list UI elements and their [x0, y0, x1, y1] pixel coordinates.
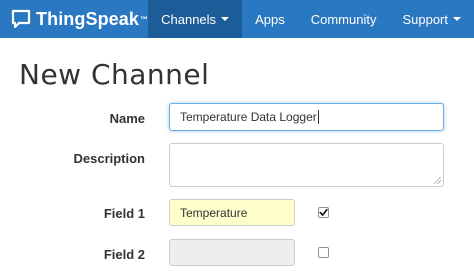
field1-checkbox[interactable]	[318, 207, 329, 218]
description-label: Description	[73, 151, 145, 166]
field1-input[interactable]: Temperature	[169, 199, 295, 226]
brand-trademark: ™	[140, 14, 149, 24]
field2-input[interactable]	[169, 239, 295, 266]
description-textarea[interactable]	[169, 143, 444, 187]
field2-label: Field 2	[103, 247, 145, 262]
nav-channels-label: Channels	[161, 11, 217, 27]
field1-label: Field 1	[103, 206, 145, 221]
nav-support[interactable]: Support	[389, 0, 474, 38]
brand-name: ThingSpeak	[36, 8, 140, 29]
name-input[interactable]: Temperature Data Logger	[169, 103, 444, 131]
caret-down-icon	[221, 17, 230, 21]
nav-channels[interactable]: Channels	[148, 0, 243, 38]
brand-logo[interactable]: ThingSpeak ™	[0, 0, 148, 38]
name-label: Name	[109, 111, 145, 126]
top-navbar: ThingSpeak ™ Channels Apps Community Sup…	[0, 0, 474, 38]
nav-community[interactable]: Community	[298, 0, 390, 38]
caret-down-icon	[453, 17, 461, 21]
chat-bubble-icon	[11, 9, 31, 29]
check-icon	[319, 208, 328, 216]
resize-grip-icon[interactable]	[434, 177, 441, 184]
field1-input-value: Temperature	[180, 205, 248, 220]
nav-support-label: Support	[402, 11, 448, 27]
nav-apps[interactable]: Apps	[242, 0, 298, 38]
nav-apps-label: Apps	[255, 11, 285, 27]
name-input-value: Temperature Data Logger	[180, 110, 317, 124]
field2-checkbox[interactable]	[318, 247, 329, 258]
nav-community-label: Community	[310, 11, 377, 27]
page-title: New Channel	[19, 58, 210, 91]
text-cursor	[317, 110, 319, 124]
